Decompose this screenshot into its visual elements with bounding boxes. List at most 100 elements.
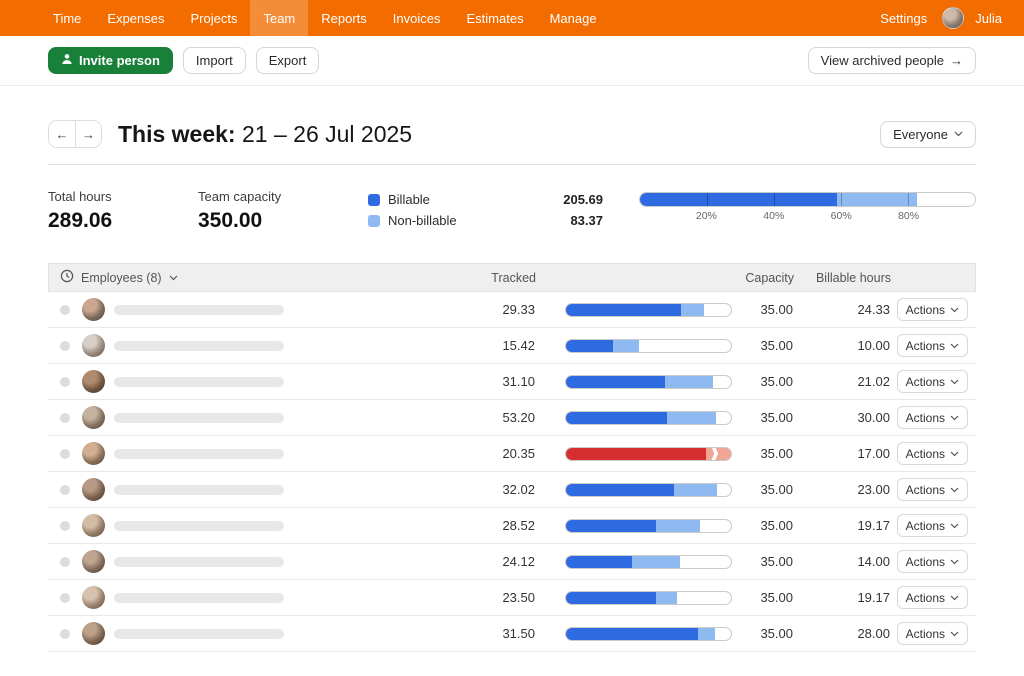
table-row: 29.3335.0024.33Actions [48, 292, 976, 328]
nav-item-expenses[interactable]: Expenses [94, 0, 177, 36]
employee-cell[interactable] [48, 514, 418, 537]
import-button[interactable]: Import [183, 47, 246, 74]
tracked-progress-bar [565, 555, 732, 569]
billable-segment [640, 193, 837, 206]
status-dot [60, 629, 70, 639]
employees-group-label: Employees (8) [81, 271, 162, 285]
billable-hours: 17.00 [793, 446, 890, 461]
legend-label: Billable [388, 192, 430, 207]
nav-item-manage[interactable]: Manage [537, 0, 610, 36]
tick-label: 80% [898, 210, 919, 222]
employee-cell[interactable] [48, 478, 418, 501]
employee-cell[interactable] [48, 442, 418, 465]
chevron-down-icon [950, 487, 959, 493]
week-pager: ← → [48, 120, 102, 148]
arrow-right-icon: → [950, 54, 963, 67]
actions-dropdown-button[interactable]: Actions [897, 406, 968, 429]
legend-swatch [368, 194, 380, 206]
table-row: 24.1235.0014.00Actions [48, 544, 976, 580]
actions-label: Actions [906, 447, 945, 461]
nonbillable-segment [656, 592, 676, 604]
team-capacity-value: 350.00 [198, 209, 368, 233]
week-summary: Total hours 289.06 Team capacity 350.00 … [48, 189, 976, 233]
actions-dropdown-button[interactable]: Actions [897, 514, 968, 537]
nonbillable-segment [613, 340, 639, 352]
legend-item: Non-billable [368, 210, 518, 231]
employee-cell[interactable] [48, 406, 418, 429]
status-dot [60, 305, 70, 315]
nav-item-projects[interactable]: Projects [178, 0, 251, 36]
employee-cell[interactable] [48, 370, 418, 393]
user-avatar[interactable] [942, 7, 964, 29]
capacity-hours: 35.00 [732, 446, 793, 461]
actions-label: Actions [906, 375, 945, 389]
table-row: 53.2035.0030.00Actions [48, 400, 976, 436]
billable-segment [566, 304, 681, 316]
billable-segment [566, 376, 665, 388]
row-bar-cell [535, 555, 732, 569]
export-button[interactable]: Export [256, 47, 320, 74]
invite-person-button[interactable]: Invite person [48, 47, 173, 74]
employee-cell[interactable] [48, 586, 418, 609]
employee-name-placeholder [114, 413, 284, 423]
capacity-progress-ticks: 20%40%60%80% [639, 210, 976, 224]
status-dot [60, 341, 70, 351]
tick-line [707, 193, 708, 206]
actions-dropdown-button[interactable]: Actions [897, 622, 968, 645]
prev-week-button[interactable]: ← [49, 121, 75, 147]
actions-dropdown-button[interactable]: Actions [897, 550, 968, 573]
employees-group-toggle[interactable]: Employees (8) [49, 269, 419, 286]
employee-cell[interactable] [48, 298, 418, 321]
chevron-down-icon [950, 379, 959, 385]
actions-dropdown-button[interactable]: Actions [897, 298, 968, 321]
table-row: 32.0235.0023.00Actions [48, 472, 976, 508]
total-hours-label: Total hours [48, 189, 198, 204]
billable-hours: 23.00 [793, 482, 890, 497]
actions-dropdown-button[interactable]: Actions [897, 442, 968, 465]
top-nav: TimeExpensesProjectsTeamReportsInvoicesE… [0, 0, 1024, 36]
actions-dropdown-button[interactable]: Actions [897, 478, 968, 501]
nav-items: TimeExpensesProjectsTeamReportsInvoicesE… [40, 0, 610, 36]
employee-name-placeholder [114, 449, 284, 459]
nav-item-team[interactable]: Team [250, 0, 308, 36]
avatar [82, 442, 105, 465]
tracked-progress-bar [565, 591, 732, 605]
billable-hours: 10.00 [793, 338, 890, 353]
tracked-hours: 15.42 [418, 338, 535, 353]
next-week-button[interactable]: → [75, 121, 101, 147]
billable-legend-values: 205.6983.37 [518, 189, 603, 231]
view-archived-people-button[interactable]: View archived people → [808, 47, 976, 74]
employee-cell[interactable] [48, 334, 418, 357]
actions-label: Actions [906, 627, 945, 641]
chevron-down-icon [950, 415, 959, 421]
capacity-progress-bar [639, 192, 976, 207]
legend-value: 83.37 [518, 210, 603, 231]
nav-item-reports[interactable]: Reports [308, 0, 380, 36]
actions-dropdown-button[interactable]: Actions [897, 370, 968, 393]
nav-item-time[interactable]: Time [40, 0, 94, 36]
employee-cell[interactable] [48, 622, 418, 645]
people-filter-dropdown[interactable]: Everyone [880, 121, 976, 148]
tracked-progress-bar [565, 519, 732, 533]
nav-item-estimates[interactable]: Estimates [454, 0, 537, 36]
employee-cell[interactable] [48, 550, 418, 573]
table-row: 20.3535.0017.00Actions [48, 436, 976, 472]
actions-dropdown-button[interactable]: Actions [897, 586, 968, 609]
tracked-hours: 31.10 [418, 374, 535, 389]
capacity-hours: 35.00 [732, 410, 793, 425]
capacity-hours: 35.00 [732, 374, 793, 389]
capacity-hours: 35.00 [732, 554, 793, 569]
avatar [82, 478, 105, 501]
nonbillable-segment [667, 412, 717, 424]
avatar [82, 334, 105, 357]
user-name[interactable]: Julia [973, 11, 1002, 26]
nav-item-settings[interactable]: Settings [874, 11, 933, 26]
nav-item-invoices[interactable]: Invoices [380, 0, 454, 36]
status-dot [60, 521, 70, 531]
chevron-down-icon [950, 595, 959, 601]
actions-dropdown-button[interactable]: Actions [897, 334, 968, 357]
nonbillable-segment [681, 304, 705, 316]
tracked-progress-bar [565, 411, 732, 425]
chevron-down-icon [950, 631, 959, 637]
billable-segment [566, 340, 613, 352]
